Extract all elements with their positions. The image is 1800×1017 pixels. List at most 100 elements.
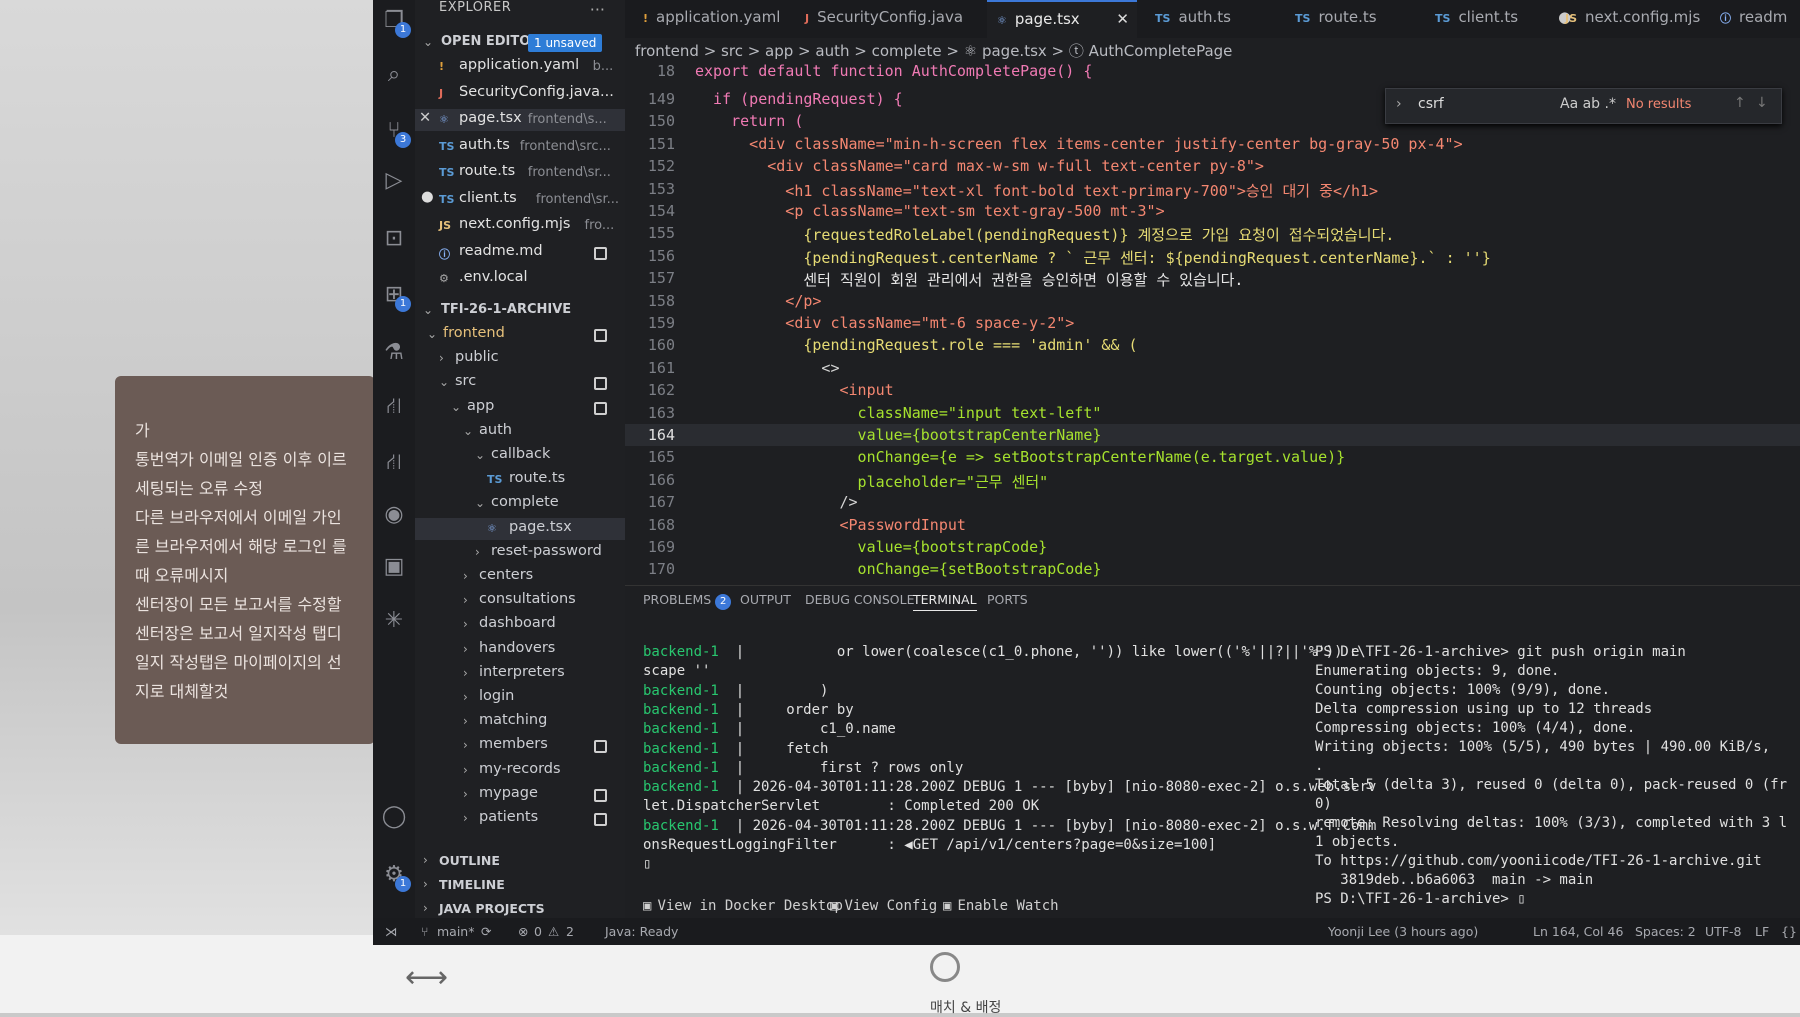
terminal-line[interactable]: backend-1 | order by: [643, 702, 854, 718]
files-icon[interactable]: ❐ 1: [377, 4, 411, 38]
terminal-line[interactable]: ▯: [643, 856, 651, 872]
panel-tab-problems[interactable]: PROBLEMS 2: [643, 592, 732, 610]
code-row[interactable]: 152 <div className="card max-w-sm w-full…: [625, 155, 1800, 177]
spark-icon[interactable]: ✳: [377, 604, 411, 638]
section-timeline[interactable]: › TIMELINE: [415, 874, 625, 896]
code-row[interactable]: 168 <PasswordInput: [625, 514, 1800, 536]
code-view[interactable]: 18 export default function AuthCompletePa…: [625, 60, 1800, 585]
code-row[interactable]: 155 {requestedRoleLabel(pendingRequest)}…: [625, 222, 1800, 244]
code-row[interactable]: 164 value={bootstrapCenterName}: [625, 424, 1800, 446]
open-editor-item[interactable]: ● TS client.ts frontend\sr...: [415, 189, 625, 211]
tree-item-interpreters[interactable]: › interpreters: [415, 663, 625, 685]
code-row[interactable]: 170 onChange={setBootstrapCode}: [625, 558, 1800, 580]
open-editor-item[interactable]: TS route.ts frontend\sr...: [415, 162, 625, 184]
tree-item-public[interactable]: › public: [415, 348, 625, 370]
git-graph-icon[interactable]: ⛙: [377, 390, 411, 424]
terminal-line[interactable]: backend-1 | fetch: [643, 741, 828, 757]
terminal-line[interactable]: scape '': [643, 663, 710, 679]
tree-item-page.tsx[interactable]: ⚛ page.tsx: [415, 517, 625, 540]
account-icon[interactable]: ◯: [377, 800, 411, 834]
tree-item-auth[interactable]: ⌄ auth: [415, 421, 625, 443]
tab-application.yaml[interactable]: ! application.yaml: [633, 0, 790, 38]
code-row[interactable]: 157 센터 직원이 회원 관리에서 권한을 승인하면 이용할 수 있습니다.: [625, 267, 1800, 289]
branch-icon[interactable]: ⑂: [421, 924, 429, 939]
branch-name[interactable]: main*: [437, 924, 474, 939]
tree-item-frontend[interactable]: ⌄ frontend: [415, 324, 625, 346]
more-actions-icon[interactable]: ···: [590, 0, 605, 19]
open-editor-item[interactable]: J SecurityConfig.java...: [415, 83, 625, 105]
circle-icon[interactable]: [930, 952, 960, 982]
error-icon[interactable]: ⊗: [518, 924, 528, 939]
code-row[interactable]: 161 <>: [625, 357, 1800, 379]
arrow-up-icon[interactable]: ↑: [1734, 95, 1746, 111]
remote-icon[interactable]: ⋊: [385, 924, 398, 939]
code-row[interactable]: 160 {pendingRequest.role === 'admin' && …: [625, 334, 1800, 356]
tree-item-patients[interactable]: › patients: [415, 808, 625, 830]
terminal-line[interactable]: backend-1 | 2026-04-30T01:11:28.200Z DEB…: [643, 818, 1376, 834]
git-lens-icon[interactable]: ⛙: [377, 446, 411, 480]
docker-icon[interactable]: ▣: [377, 550, 411, 584]
open-editor-item[interactable]: TS auth.ts frontend\src...: [415, 136, 625, 158]
sync-icon[interactable]: ⟳: [481, 924, 491, 939]
settings-icon[interactable]: ⚙ 1: [377, 858, 411, 892]
tree-item-complete[interactable]: ⌄ complete: [415, 493, 625, 515]
tree-item-callback[interactable]: ⌄ callback: [415, 445, 625, 467]
tree-item-reset-password[interactable]: › reset-password: [415, 542, 625, 564]
git-blame[interactable]: Yoonji Lee (3 hours ago): [1328, 924, 1478, 939]
warning-icon[interactable]: ⚠: [548, 924, 559, 939]
testing-icon[interactable]: ⚗: [377, 336, 411, 370]
terminal-line[interactable]: let.DispatcherServlet : Completed 200 OK: [643, 798, 1039, 814]
terminal-line[interactable]: backend-1 | 2026-04-30T01:11:28.200Z DEB…: [643, 779, 1376, 795]
code-row[interactable]: 165 onChange={e => setBootstrapCenterNam…: [625, 446, 1800, 468]
warning-count[interactable]: 2: [566, 924, 574, 939]
tree-item-consultations[interactable]: › consultations: [415, 590, 625, 612]
open-editor-item[interactable]: ! application.yaml b...: [415, 56, 625, 78]
panel-tab-terminal[interactable]: TERMINAL: [913, 592, 977, 611]
tab-SecurityConfig.java[interactable]: J SecurityConfig.java: [795, 0, 973, 38]
terminal-action-1[interactable]: ▣ View Config: [830, 898, 937, 914]
tab-route.ts[interactable]: TS route.ts: [1285, 0, 1387, 38]
extensions-icon[interactable]: ⊞ 1: [377, 278, 411, 312]
open-editor-item[interactable]: ✕ ⚛ page.tsx frontend\s...: [415, 109, 625, 131]
code-row[interactable]: 162 <input: [625, 379, 1800, 401]
tree-item-centers[interactable]: › centers: [415, 566, 625, 588]
terminal-line[interactable]: onsRequestLoggingFilter : ◀GET /api/v1/c…: [643, 837, 1216, 853]
code-row[interactable]: 156 {pendingRequest.centerName ? ` 근무 센터…: [625, 245, 1800, 267]
close-icon[interactable]: ✕: [1116, 2, 1129, 36]
find-options[interactable]: Aa ab .*: [1560, 96, 1616, 112]
workspace-header[interactable]: ⌄ TFI-26-1-ARCHIVE: [415, 300, 625, 322]
java-status[interactable]: Java: Ready: [605, 924, 678, 939]
find-widget[interactable]: › csrf Aa ab .* No results ↑ ↓: [1385, 88, 1782, 124]
terminal-line[interactable]: backend-1 | first ? rows only: [643, 760, 963, 776]
tree-item-app[interactable]: ⌄ app: [415, 397, 625, 419]
find-input[interactable]: csrf: [1418, 96, 1444, 112]
chevron-right-icon[interactable]: ›: [1396, 96, 1402, 112]
tree-item-route.ts[interactable]: TS route.ts: [415, 469, 625, 491]
arrow-down-icon[interactable]: ↓: [1756, 95, 1768, 111]
code-row[interactable]: 154 <p className="text-sm text-gray-500 …: [625, 200, 1800, 222]
tab-readm[interactable]: ⓘ readm: [1710, 0, 1797, 38]
indentation[interactable]: Spaces: 2: [1635, 924, 1696, 939]
search-icon[interactable]: ⌕: [377, 58, 411, 92]
code-row[interactable]: 166 placeholder="근무 센터": [625, 469, 1800, 491]
tree-item-mypage[interactable]: › mypage: [415, 784, 625, 806]
tab-next.config.mjs[interactable]: JS next.config.mjs: [1555, 0, 1710, 38]
terminal-line[interactable]: backend-1 | or lower(coalesce(c1_0.phone…: [643, 644, 1359, 660]
encoding[interactable]: UTF-8: [1705, 924, 1741, 939]
code-row[interactable]: 151 <div className="min-h-screen flex it…: [625, 133, 1800, 155]
panel-tab-output[interactable]: OUTPUT: [740, 592, 791, 607]
tree-item-src[interactable]: ⌄ src: [415, 372, 625, 394]
panel-tab-debug-console[interactable]: DEBUG CONSOLE: [805, 592, 914, 607]
breadcrumb[interactable]: frontend > src > app > auth > complete >…: [635, 40, 1232, 61]
terminal-action-0[interactable]: ▣ View in Docker Desktop: [643, 898, 843, 914]
source-control-icon[interactable]: ⑂ 3: [377, 114, 411, 148]
code-row[interactable]: 159 <div className="mt-6 space-y-2">: [625, 312, 1800, 334]
section-java-projects[interactable]: › JAVA PROJECTS: [415, 898, 625, 920]
tree-item-my-records[interactable]: › my-records: [415, 760, 625, 782]
code-row[interactable]: 167 />: [625, 491, 1800, 513]
tree-item-members[interactable]: › members: [415, 735, 625, 757]
terminal-action-2[interactable]: ▣ Enable Watch: [943, 898, 1059, 914]
close-icon[interactable]: ✕: [419, 110, 431, 126]
open-editor-item[interactable]: ⓘ readme.md: [415, 242, 625, 264]
cursor-position[interactable]: Ln 164, Col 46: [1533, 924, 1623, 939]
